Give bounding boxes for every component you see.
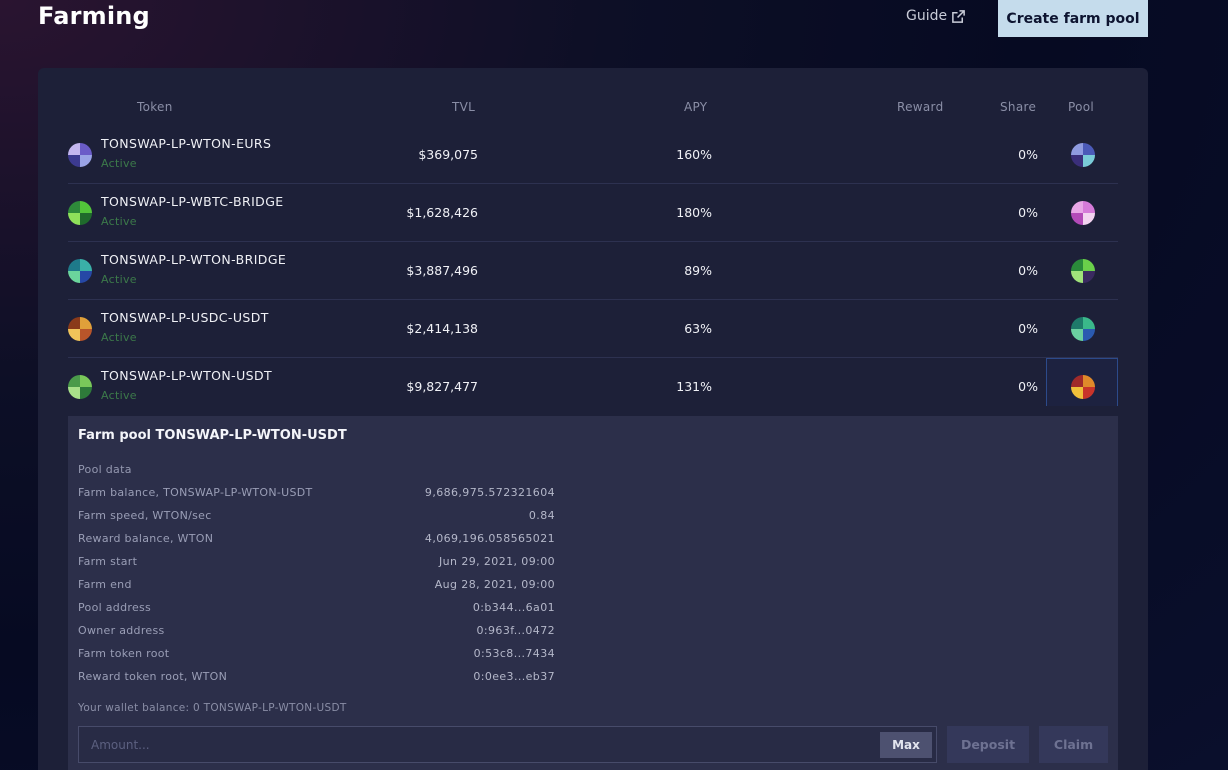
apy-value: 180% [676,205,712,220]
guide-link[interactable]: Guide [906,8,966,24]
claim-button[interactable]: Claim [1039,726,1108,763]
max-button[interactable]: Max [880,732,932,758]
pool-address-value[interactable]: 0:b344...6a01 [473,601,555,614]
apy-value: 131% [676,379,712,394]
share-value: 0% [1018,147,1038,162]
status-badge: Active [101,157,137,170]
tvl-value: $2,414,138 [406,321,478,336]
column-header-token: Token [137,100,173,114]
tvl-value: $3,887,496 [406,263,478,278]
top-bar: Farming Guide Create farm pool [0,0,1228,40]
pool-address-label: Pool address [78,601,152,614]
column-header-reward: Reward [897,100,944,114]
pool-avatar-icon[interactable] [1071,317,1095,341]
pool-avatar-icon[interactable] [1071,259,1095,283]
status-badge: Active [101,215,137,228]
token-avatar-icon [68,317,92,341]
detail-title: Farm pool TONSWAP-LP-WTON-USDT [78,428,347,443]
reward-token-root-value[interactable]: 0:0ee3...eb37 [473,670,555,683]
share-value: 0% [1018,321,1038,336]
farm-token-root-label: Farm token root [78,647,170,660]
column-header-tvl: TVL [452,100,476,114]
farm-pool-detail-panel: Farm pool TONSWAP-LP-WTON-USDT Pool data… [68,416,1118,770]
guide-label: Guide [906,8,948,24]
share-value: 0% [1018,205,1038,220]
wallet-balance: Your wallet balance: 0 TONSWAP-LP-WTON-U… [78,702,347,714]
farm-speed-value: 0.84 [528,509,555,522]
reward-balance-value: 4,069,196.058565021 [424,532,555,545]
page-title: Farming [38,2,150,30]
tvl-value: $1,628,426 [406,205,478,220]
amount-input[interactable] [79,727,869,762]
table-row[interactable]: TONSWAP-LP-WTON-BRIDGE Active $3,887,496… [68,242,1118,300]
status-badge: Active [101,273,137,286]
apy-value: 89% [684,263,712,278]
status-badge: Active [101,389,137,402]
share-value: 0% [1018,263,1038,278]
farm-end-value: Aug 28, 2021, 09:00 [434,578,555,591]
farm-end-label: Farm end [78,578,132,591]
farm-start-value: Jun 29, 2021, 09:00 [439,555,555,568]
token-avatar-icon [68,143,92,167]
owner-address-value[interactable]: 0:963f...0472 [477,624,555,637]
amount-field: Max [78,726,937,763]
tvl-value: $9,827,477 [406,379,478,394]
pool-data-heading: Pool data [78,463,132,476]
token-name: TONSWAP-LP-USDC-USDT [101,310,269,325]
external-link-icon [952,9,965,23]
apy-value: 160% [676,147,712,162]
pool-avatar-icon[interactable] [1071,375,1095,399]
deposit-button[interactable]: Deposit [947,726,1029,763]
reward-balance-label: Reward balance, WTON [78,532,214,545]
pool-avatar-icon[interactable] [1071,201,1095,225]
token-name: TONSWAP-LP-WTON-EURS [101,136,272,151]
farm-token-root-value[interactable]: 0:53c8...7434 [474,647,555,660]
column-header-pool: Pool [1068,100,1095,114]
column-header-apy: APY [684,100,708,114]
farming-table-card: Token TVL APY Reward Share Pool TONSWAP-… [38,68,1148,770]
status-badge: Active [101,331,137,344]
create-farm-pool-button[interactable]: Create farm pool [998,0,1148,37]
pool-avatar-icon[interactable] [1071,143,1095,167]
farm-balance-label: Farm balance, TONSWAP-LP-WTON-USDT [78,486,313,499]
token-avatar-icon [68,375,92,399]
token-avatar-icon [68,259,92,283]
table-row[interactable]: TONSWAP-LP-WTON-EURS Active $369,075 160… [68,126,1118,184]
farm-balance-value: 9,686,975.572321604 [424,486,555,499]
column-header-share: Share [1000,100,1037,114]
share-value: 0% [1018,379,1038,394]
farm-speed-label: Farm speed, WTON/sec [78,509,212,522]
token-name: TONSWAP-LP-WTON-USDT [101,368,273,383]
table-row[interactable]: TONSWAP-LP-WBTC-BRIDGE Active $1,628,426… [68,184,1118,242]
token-name: TONSWAP-LP-WBTC-BRIDGE [101,194,284,209]
apy-value: 63% [684,321,712,336]
farm-start-label: Farm start [78,555,138,568]
token-name: TONSWAP-LP-WTON-BRIDGE [101,252,287,267]
table-row[interactable]: TONSWAP-LP-USDC-USDT Active $2,414,138 6… [68,300,1118,358]
tvl-value: $369,075 [418,147,478,162]
token-avatar-icon [68,201,92,225]
reward-token-root-label: Reward token root, WTON [78,670,228,683]
table-row-selected[interactable]: TONSWAP-LP-WTON-USDT Active $9,827,477 1… [68,358,1118,416]
owner-address-label: Owner address [78,624,165,637]
